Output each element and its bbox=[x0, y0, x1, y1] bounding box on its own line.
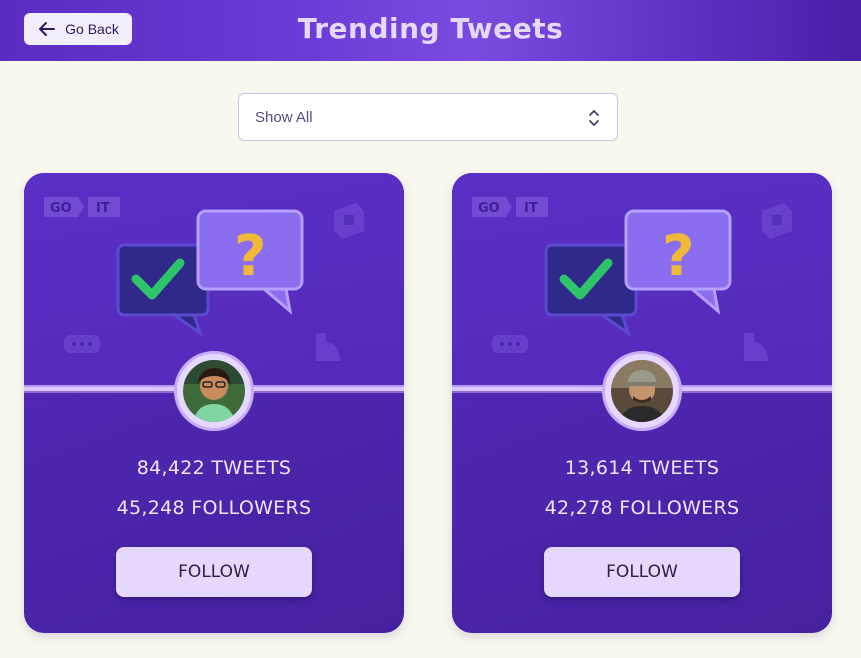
like-cube-icon bbox=[762, 203, 792, 239]
svg-text:?: ? bbox=[234, 224, 266, 289]
followers-count: 42,278 FOLLOWERS bbox=[544, 497, 740, 519]
logo-text-right: IT bbox=[524, 201, 538, 216]
page-title: Trending Tweets bbox=[297, 12, 564, 45]
check-question-bubbles-icon: ? bbox=[116, 209, 304, 337]
heart-deco-icon bbox=[744, 333, 768, 361]
logo-text-right: IT bbox=[96, 201, 110, 216]
filter-selected-value: Show All bbox=[255, 108, 313, 126]
filter-select[interactable]: Show All bbox=[238, 93, 618, 141]
tweets-count: 13,614 TWEETS bbox=[564, 457, 720, 479]
check-question-bubbles-icon: ? bbox=[544, 209, 732, 337]
logo-text-left: GO bbox=[50, 201, 72, 216]
chat-bubble-deco-icon bbox=[492, 335, 528, 353]
tweets-count: 84,422 TWEETS bbox=[136, 457, 292, 479]
follow-button[interactable]: FOLLOW bbox=[544, 547, 740, 597]
avatar bbox=[611, 360, 673, 422]
chevron-up-down-icon bbox=[589, 110, 599, 126]
goit-logo: GO IT bbox=[44, 197, 120, 217]
avatar-ring bbox=[174, 351, 254, 431]
heart-deco-icon bbox=[316, 333, 340, 361]
follow-button[interactable]: FOLLOW bbox=[116, 547, 312, 597]
svg-text:?: ? bbox=[662, 224, 694, 289]
user-card: GO IT ? 84,422 TWEETS 45,248 FOLLOWERS F… bbox=[24, 173, 404, 633]
like-cube-icon bbox=[334, 203, 364, 239]
followers-count: 45,248 FOLLOWERS bbox=[116, 497, 312, 519]
avatar bbox=[183, 360, 245, 422]
goit-logo: GO IT bbox=[472, 197, 548, 217]
app-header: Go Back Trending Tweets bbox=[0, 0, 861, 61]
logo-text-left: GO bbox=[478, 201, 500, 216]
chat-bubble-deco-icon bbox=[64, 335, 100, 353]
avatar-ring bbox=[602, 351, 682, 431]
user-card: GO IT ? 13,614 TWEETS 42,278 FOLLOWERS F… bbox=[452, 173, 832, 633]
